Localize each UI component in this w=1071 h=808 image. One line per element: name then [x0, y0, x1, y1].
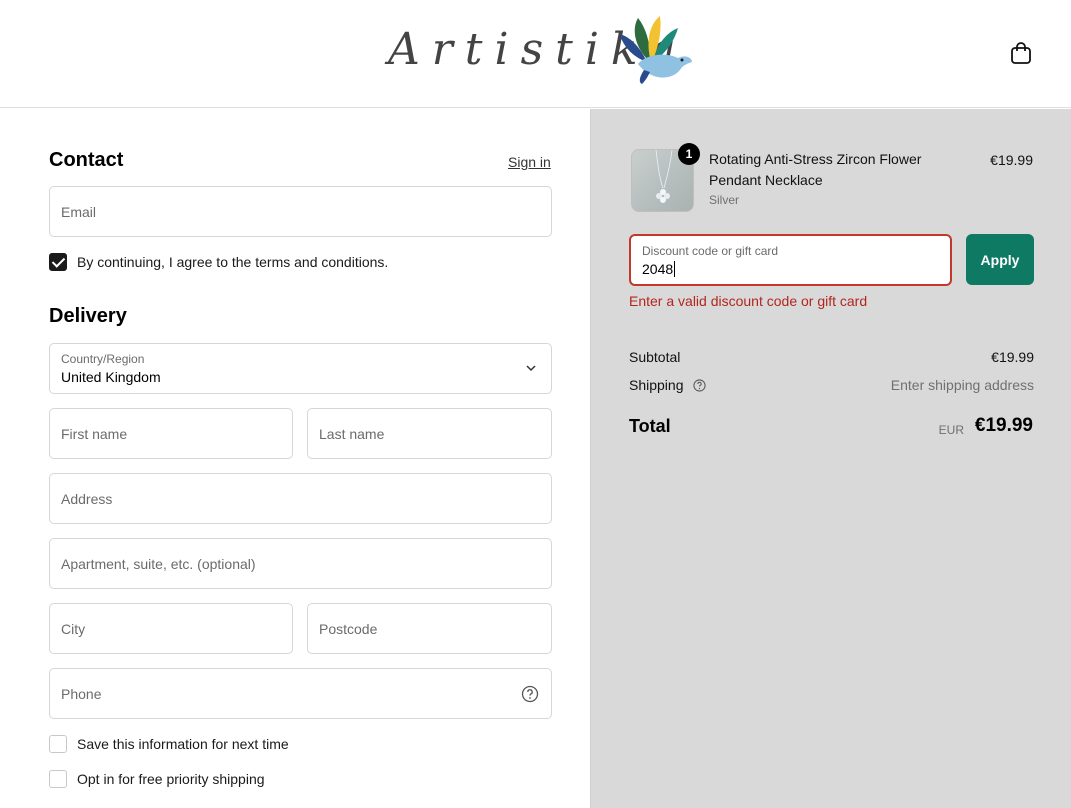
discount-error-message: Enter a valid discount code or gift card [629, 293, 868, 309]
terms-checkbox[interactable] [49, 253, 67, 271]
shopping-bag-icon [1011, 42, 1031, 64]
address-placeholder: Address [61, 490, 113, 507]
subtotal-value: €19.99 [991, 349, 1034, 365]
apartment-field[interactable]: Apartment, suite, etc. (optional) [49, 538, 552, 589]
terms-label: By continuing, I agree to the terms and … [77, 254, 389, 270]
discount-value: 2048 [642, 261, 676, 277]
site-header: Artistika [0, 0, 1071, 108]
save-info-checkbox[interactable] [49, 735, 67, 753]
country-label: Country/Region [61, 352, 145, 366]
priority-shipping-checkbox[interactable] [49, 770, 67, 788]
chevron-down-icon [526, 365, 536, 372]
city-field[interactable]: City [49, 603, 293, 654]
apply-button[interactable]: Apply [966, 234, 1034, 285]
country-value: United Kingdom [61, 369, 161, 385]
product-price: €19.99 [990, 152, 1033, 168]
priority-shipping-label: Opt in for free priority shipping [77, 771, 265, 787]
discount-code-input[interactable]: Discount code or gift card 2048 [629, 234, 952, 286]
apartment-placeholder: Apartment, suite, etc. (optional) [61, 555, 256, 572]
discount-label: Discount code or gift card [642, 244, 779, 258]
terms-checkbox-row[interactable]: By continuing, I agree to the terms and … [49, 253, 388, 271]
phone-field[interactable]: Phone [49, 668, 552, 719]
last-name-placeholder: Last name [319, 425, 385, 442]
subtotal-label: Subtotal [629, 349, 681, 365]
email-placeholder: Email [61, 203, 97, 220]
shipping-label: Shipping [629, 377, 684, 393]
contact-title: Contact [49, 149, 124, 171]
subtotal-row: Subtotal €19.99 [629, 349, 1034, 365]
help-circle-icon[interactable] [521, 685, 539, 703]
product-variant: Silver [709, 193, 740, 207]
total-currency: EUR [938, 423, 964, 437]
address-field[interactable]: Address [49, 473, 552, 524]
product-name: Rotating Anti-Stress Zircon Flower Penda… [709, 151, 922, 188]
save-info-row[interactable]: Save this information for next time [49, 735, 289, 753]
help-circle-icon[interactable] [693, 379, 706, 392]
order-summary: 1 Rotating Anti-Stress Zircon Flower Pen… [590, 109, 1071, 808]
total-value: €19.99 [974, 415, 1033, 436]
country-select[interactable]: Country/Region United Kingdom [49, 343, 552, 394]
shipping-value: Enter shipping address [890, 377, 1034, 393]
shipping-row: Shipping Enter shipping address [629, 377, 1034, 393]
artistika-logo[interactable]: Artistika [388, 14, 693, 90]
first-name-placeholder: First name [61, 425, 128, 442]
sign-in-link[interactable]: Sign in [508, 154, 551, 170]
phone-placeholder: Phone [61, 685, 102, 702]
last-name-field[interactable]: Last name [307, 408, 552, 459]
bird-logo-icon [620, 16, 692, 84]
city-placeholder: City [61, 620, 86, 637]
postcode-field[interactable]: Postcode [307, 603, 552, 654]
checkout-form: Contact Sign in Email By continuing, I a… [0, 109, 590, 808]
delivery-title: Delivery [49, 305, 127, 327]
postcode-placeholder: Postcode [319, 620, 378, 637]
quantity-badge: 1 [678, 143, 700, 165]
save-info-label: Save this information for next time [77, 736, 289, 752]
email-field[interactable]: Email [49, 186, 552, 237]
first-name-field[interactable]: First name [49, 408, 293, 459]
cart-button[interactable] [1008, 40, 1034, 66]
total-label: Total [629, 416, 671, 436]
priority-shipping-row[interactable]: Opt in for free priority shipping [49, 770, 265, 788]
